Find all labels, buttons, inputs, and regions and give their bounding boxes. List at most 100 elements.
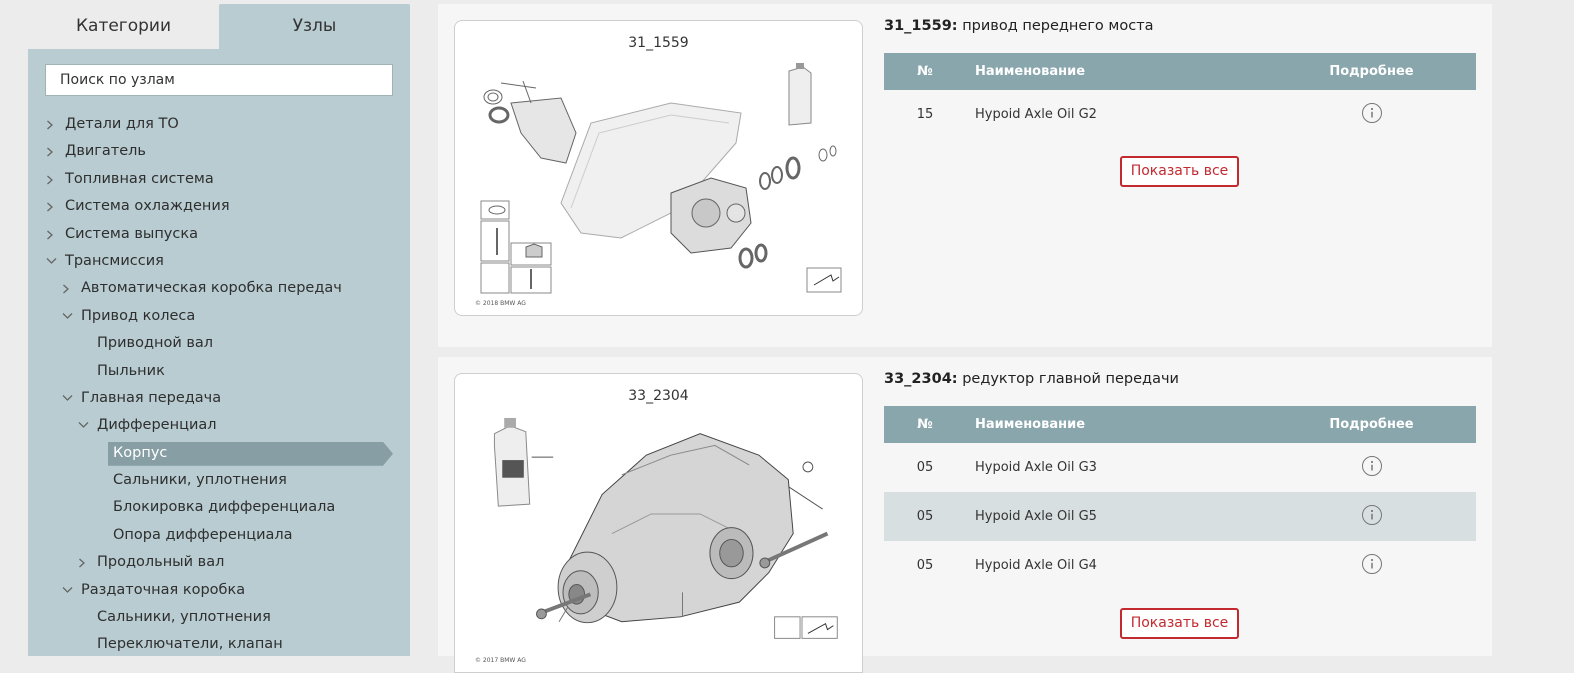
sidebar-tree-label: Приводной вал [97,335,214,352]
sidebar-tree-label: Переключатели, клапан [97,636,283,653]
table-body: 05 Hypoid Axle Oil G3 05 Hypoid Axle Oil G5… [884,443,1476,590]
part-number: 15 [916,107,934,122]
part-name: Hypoid Axle Oil G2 [975,107,1097,122]
sidebar-tree-item[interactable]: Трансмиссия [28,248,410,275]
sidebar-tree-item[interactable]: Продольный вал [28,549,410,576]
chevron-down-icon[interactable] [62,303,76,330]
sidebar-tree-label: Детали для ТО [65,116,179,132]
table-row[interactable]: 15 Hypoid Axle Oil G2 [884,90,1476,139]
sidebar-tree-item[interactable]: Главная передача [28,385,410,412]
front-axle-diagram [480,63,842,294]
info-icon[interactable] [1362,505,1382,525]
sidebar-tree-label: Пыльник [97,362,165,379]
chevron-down-icon[interactable] [78,412,92,439]
sidebar-tree-label: Сальники, уплотнения [97,609,271,626]
sidebar-tree-item[interactable]: Система охлаждения [28,193,410,220]
chevron-right-icon[interactable] [78,549,92,576]
sidebar-tree-item[interactable]: Приводной вал [28,330,410,357]
diagram-copyright: © 2018 BMW AG [475,300,526,307]
sidebar-tree-label: Дифференциал [97,417,217,434]
assembly-code: 33_2304: [884,371,958,387]
parts-table: № Наименование Подробнее 15 Hypoid Axle O… [884,53,1476,139]
assembly-title: 31_1559: привод переднего моста [884,18,1154,34]
sidebar-tree-item[interactable]: Пыльник [28,358,410,385]
search-input[interactable] [45,64,393,96]
column-header-name: Наименование [975,417,1086,432]
sidebar: Категории Узлы Детали для ТО Двигатель Топ… [28,0,410,656]
diagram-image-box[interactable]: 33_2304 © 2017 BMW AG [454,373,863,673]
assembly-name: редуктор главной передачи [957,371,1179,387]
info-icon[interactable] [1362,456,1382,476]
show-all-button[interactable]: Показать все [1120,156,1239,187]
sidebar-tree-item[interactable]: Автоматическая коробка передач [28,275,410,302]
table-row[interactable]: 05 Hypoid Axle Oil G3 [884,443,1476,492]
info-icon[interactable] [1362,103,1382,123]
diagram-caption: 33_2304 [628,388,689,404]
diagram-image-box[interactable]: 31_1559 © 2018 BMW AG [454,20,863,316]
sidebar-tree-label: Раздаточная коробка [81,581,246,598]
table-row[interactable]: 05 Hypoid Axle Oil G5 [884,492,1476,541]
sidebar-tree-label: Сальники, уплотнения [113,472,287,489]
chevron-down-icon[interactable] [62,385,76,412]
column-header-number: № [917,64,933,79]
sidebar-panel: Детали для ТО Двигатель Топливная система С… [28,49,410,656]
table-header: № Наименование Подробнее [884,406,1476,443]
sidebar-tree-label: Автоматическая коробка передач [81,280,342,297]
part-name: Hypoid Axle Oil G3 [975,460,1097,475]
column-header-details: Подробнее [1329,417,1414,432]
sidebar-tree-label: Главная передача [81,389,222,406]
part-name: Hypoid Axle Oil G4 [975,558,1097,573]
sidebar-tree-item[interactable]: Блокировка дифференциала [28,494,410,521]
column-header-number: № [917,417,933,432]
sidebar-tree-label: Двигатель [65,143,146,160]
show-all-button[interactable]: Показать все [1120,608,1239,639]
column-header-name: Наименование [975,64,1086,79]
table-header: № Наименование Подробнее [884,53,1476,90]
part-number: 05 [916,460,934,475]
sidebar-tree-label: Система выпуска [65,225,198,242]
chevron-right-icon[interactable] [46,138,60,165]
sidebar-tree-label: Блокировка дифференциала [113,499,336,516]
sidebar-tree-item[interactable]: Привод колеса [28,303,410,330]
table-row[interactable]: 05 Hypoid Axle Oil G4 [884,541,1476,590]
parts-table: № Наименование Подробнее 05 Hypoid Axle O… [884,406,1476,590]
diagram-caption: 31_1559 [628,35,689,51]
sidebar-tree-label: Продольный вал [97,554,225,571]
part-name: Hypoid Axle Oil G5 [975,509,1097,524]
tab-categories[interactable]: Категории [28,4,219,49]
sidebar-tabs: Категории Узлы [28,4,410,49]
sidebar-tree-item[interactable]: Сальники, уплотнения [28,467,410,494]
chevron-down-icon[interactable] [46,248,60,275]
sidebar-tree-item[interactable]: Дифференциал [28,412,410,439]
diagram-copyright: © 2017 BMW AG [475,657,526,664]
tab-nodes[interactable]: Узлы [219,4,410,49]
category-tree: Детали для ТО Двигатель Топливная система С… [28,111,410,659]
part-number: 05 [916,558,934,573]
sidebar-tree-item[interactable]: Корпус [28,440,410,467]
sidebar-tree-label: Привод колеса [81,307,196,324]
sidebar-tree-item[interactable]: Раздаточная коробка [28,577,410,604]
sidebar-tree-label: Корпус [113,444,168,461]
sidebar-tree-item[interactable]: Система выпуска [28,221,410,248]
sidebar-tree-label: Система охлаждения [65,198,230,215]
chevron-right-icon[interactable] [46,193,60,220]
sidebar-tree-item[interactable]: Переключатели, клапан [28,631,410,658]
sidebar-tree-item[interactable]: Топливная система [28,166,410,193]
chevron-right-icon[interactable] [46,111,60,138]
final-drive-diagram [493,417,838,639]
sidebar-tree-item[interactable]: Опора дифференциала [28,522,410,549]
chevron-right-icon[interactable] [62,275,76,302]
sidebar-tree-label: Опора дифференциала [113,526,293,543]
info-icon[interactable] [1362,554,1382,574]
part-number: 05 [916,509,934,524]
column-header-details: Подробнее [1329,64,1414,79]
table-body: 15 Hypoid Axle Oil G2 [884,90,1476,139]
chevron-right-icon[interactable] [46,166,60,193]
sidebar-tree-item[interactable]: Двигатель [28,138,410,165]
assembly-card: 33_2304 © 2017 BMW AG 33_2304: редуктор … [438,357,1492,673]
sidebar-tree-item[interactable]: Детали для ТО [28,111,410,138]
chevron-right-icon[interactable] [46,221,60,248]
assembly-name: привод переднего моста [957,18,1154,34]
chevron-down-icon[interactable] [62,577,76,604]
sidebar-tree-item[interactable]: Сальники, уплотнения [28,604,410,631]
